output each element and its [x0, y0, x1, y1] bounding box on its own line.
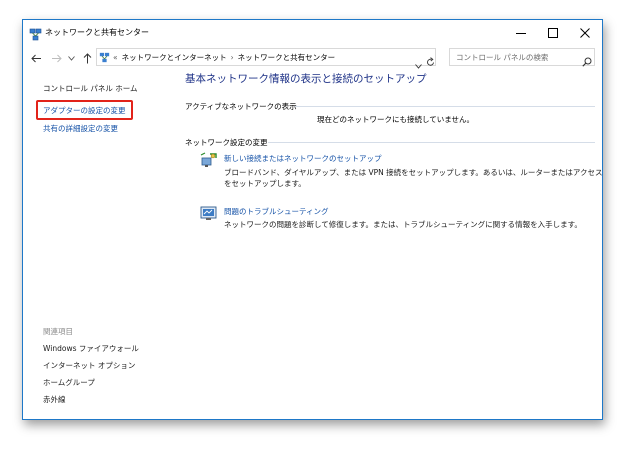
- chevron-down-icon: [415, 64, 422, 69]
- sidebar-item-advanced-sharing[interactable]: 共有の詳細設定の変更: [43, 123, 118, 134]
- breadcrumb-overflow[interactable]: «: [113, 53, 118, 62]
- address-bar[interactable]: « ネットワークとインターネット › ネットワークと共有センター: [96, 48, 436, 69]
- up-arrow-icon: [83, 52, 91, 63]
- chevron-down-icon: [67, 55, 75, 61]
- minimize-button[interactable]: [505, 20, 537, 45]
- back-arrow-icon: [30, 54, 41, 62]
- breadcrumb-separator[interactable]: ›: [231, 53, 234, 62]
- up-button[interactable]: [81, 51, 93, 65]
- related-title: 関連項目: [43, 327, 73, 336]
- forward-button[interactable]: [49, 51, 63, 65]
- title-bar: ネットワークと共有センター: [23, 20, 602, 45]
- related-item-firewall[interactable]: Windows ファイアウォール: [43, 343, 139, 354]
- section-divider: [295, 106, 595, 107]
- close-button[interactable]: [569, 20, 601, 45]
- setup-connection-desc-line1: ブロードバンド、ダイヤルアップ、または VPN 接続をセットアップします。あるい…: [224, 168, 603, 177]
- troubleshoot-desc: ネットワークの問題を診断して修復します。または、トラブルシューティングに関する情…: [224, 220, 582, 229]
- recent-locations-button[interactable]: [66, 51, 76, 65]
- active-network-status: 現在どのネットワークにも接続していません。: [317, 115, 475, 124]
- section-divider: [268, 142, 595, 143]
- search-input[interactable]: コントロール パネルの検索: [449, 48, 595, 67]
- forward-arrow-icon: [51, 54, 62, 62]
- setup-connection-desc-line2: をセットアップします。: [224, 179, 306, 188]
- page-title: 基本ネットワーク情報の表示と接続のセットアップ: [185, 73, 427, 85]
- search-icon[interactable]: [582, 52, 592, 71]
- search-placeholder: コントロール パネルの検索: [456, 53, 549, 62]
- related-item-infrared[interactable]: 赤外線: [43, 394, 66, 405]
- network-setup-icon: [200, 152, 217, 173]
- minimize-icon: [516, 32, 526, 34]
- network-settings-header: ネットワーク設定の変更: [185, 138, 268, 147]
- refresh-button[interactable]: [426, 52, 435, 71]
- troubleshoot-link[interactable]: 問題のトラブルシューティング: [224, 206, 329, 217]
- setup-connection-desc: ブロードバンド、ダイヤルアップ、または VPN 接続をセットアップします。あるい…: [224, 167, 603, 189]
- control-panel-home-link[interactable]: コントロール パネル ホーム: [43, 83, 138, 94]
- related-item-internet-options[interactable]: インターネット オプション: [43, 360, 135, 371]
- refresh-icon: [427, 57, 434, 66]
- maximize-icon: [548, 27, 558, 38]
- troubleshoot-icon: [200, 206, 217, 225]
- breadcrumb-network-sharing-center[interactable]: ネットワークと共有センター: [238, 52, 336, 63]
- maximize-button[interactable]: [537, 20, 569, 45]
- window-title: ネットワークと共有センター: [45, 28, 149, 37]
- related-item-homegroup[interactable]: ホームグループ: [43, 377, 95, 388]
- breadcrumb-network-internet[interactable]: ネットワークとインターネット: [122, 52, 227, 63]
- address-bar-row: « ネットワークとインターネット › ネットワークと共有センター コントロール …: [23, 47, 602, 69]
- setup-connection-link[interactable]: 新しい接続またはネットワークのセットアップ: [224, 153, 382, 164]
- active-networks-header: アクティブなネットワークの表示: [185, 102, 297, 111]
- network-center-icon: [29, 26, 42, 41]
- back-button[interactable]: [29, 51, 43, 65]
- window: ネットワークと共有センター « ネットワークとインターネット › ネットワークと…: [22, 19, 603, 420]
- sidebar-item-adapter-settings[interactable]: アダプターの設定の変更: [43, 105, 126, 116]
- close-icon: [580, 27, 590, 38]
- breadcrumb-icon: [99, 52, 110, 63]
